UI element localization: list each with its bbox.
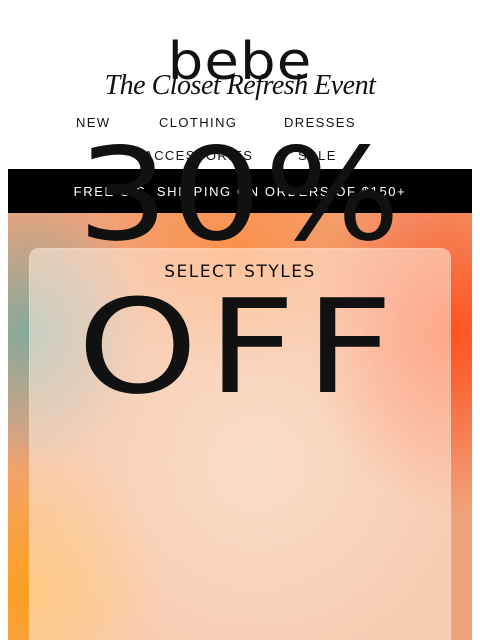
discount-percent: 30% <box>77 121 403 270</box>
event-title: The Closet Refresh Event <box>104 70 376 101</box>
off-label: OFF <box>77 271 403 423</box>
